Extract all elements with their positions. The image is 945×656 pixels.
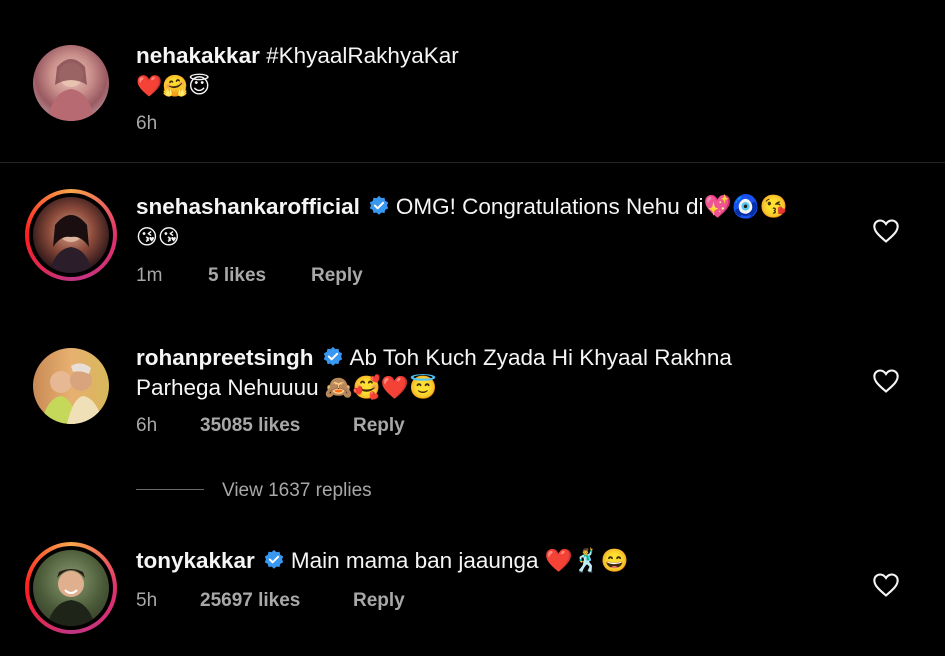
reply-button[interactable]: Reply [311,265,363,287]
like-heart-icon[interactable] [872,218,900,244]
post-username[interactable]: nehakakkar [136,43,260,68]
reply-button[interactable]: Reply [353,590,405,612]
comment-meta: 1m 5 likes Reply [136,265,363,287]
avatar-image [49,215,93,273]
comment-text: Main mama ban jaaunga ❤️🕺😄 [290,548,629,573]
comment-username[interactable]: snehashankarofficial [136,194,360,219]
story-ring[interactable] [25,189,117,281]
verified-badge-icon [369,195,389,215]
story-ring[interactable] [25,542,117,634]
comment-text-line: rohanpreetsingh Ab Toh Kuch Zyada Hi Khya… [136,343,732,373]
comment-username[interactable]: tonykakkar [136,548,255,573]
post-time: 6h [136,113,158,134]
comment-text-line-2: 😘😘 [136,222,180,252]
post-caption-text[interactable]: #KhyaalRakhyaKar [266,43,459,68]
comment-time: 1m [136,265,163,286]
replies-dash [136,489,204,490]
post-caption: nehakakkar #KhyaalRakhyaKar ❤️🤗😇 6h [0,0,945,162]
comment-likes[interactable]: 5 likes [208,265,311,287]
caption-line: nehakakkar #KhyaalRakhyaKar [136,41,459,71]
comment-time: 5h [136,590,158,611]
comment-text-continued: Parhega Nehuuuu 🙈🥰❤️😇 [136,375,437,400]
view-replies-label: View 1637 replies [222,480,372,501]
view-replies-button[interactable]: View 1637 replies [136,480,372,502]
avatar-image [47,569,95,626]
comment-text: Ab Toh Kuch Zyada Hi Khyaal Rakhna [349,345,732,370]
post-meta: 6h [136,113,157,135]
comment-text-line: tonykakkar Main mama ban jaaunga ❤️🕺😄 [136,546,629,576]
comment-text-continued: 😘😘 [136,225,180,249]
caption-emojis: ❤️🤗😇 [136,71,210,101]
like-heart-icon[interactable] [872,572,900,598]
comment-likes[interactable]: 35085 likes [200,415,353,437]
comment-username[interactable]: rohanpreetsingh [136,345,314,370]
avatar-image [41,363,103,424]
reply-button[interactable]: Reply [353,415,405,437]
comment-text-line-2: Parhega Nehuuuu 🙈🥰❤️😇 [136,373,437,403]
comment-likes[interactable]: 25697 likes [200,590,353,612]
caption-emoji-text: ❤️🤗😇 [136,74,211,98]
verified-badge-icon [264,549,283,569]
comment-meta: 5h 25697 likes Reply [136,590,405,612]
comment-item: tonykakkar Main mama ban jaaunga ❤️🕺😄 5h 2… [0,516,945,656]
comment-text: OMG! Congratulations Nehu di💖🧿😘 [395,194,788,219]
comment-item: rohanpreetsingh Ab Toh Kuch Zyada Hi Khya… [0,313,945,478]
comment-item: snehashankarofficial OMG! Congratulations… [0,163,945,313]
verified-badge-icon [323,346,342,366]
rohanpreetsingh-avatar[interactable] [33,348,109,424]
tonykakkar-avatar [33,550,109,626]
nehakakkar-avatar[interactable] [33,45,109,121]
avatar-image [47,59,95,121]
comment-time: 6h [136,415,158,436]
comment-text-line: snehashankarofficial OMG! Congratulations… [136,192,788,222]
comment-meta: 6h 35085 likes Reply [136,415,405,437]
snehashankarofficial-avatar [33,197,109,273]
like-heart-icon[interactable] [872,368,900,394]
